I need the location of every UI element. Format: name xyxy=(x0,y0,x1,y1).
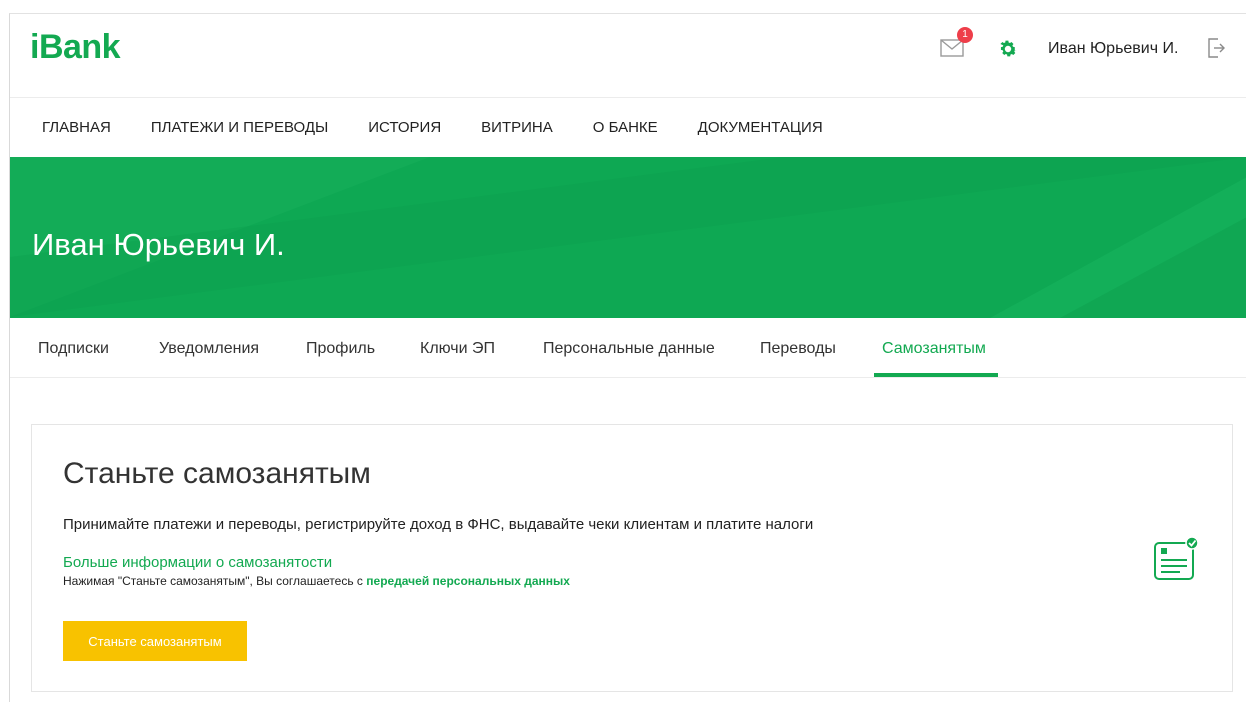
nav-item-history[interactable]: ИСТОРИЯ xyxy=(368,119,441,136)
tab-profile[interactable]: Профиль xyxy=(306,340,375,358)
tab-subscriptions[interactable]: Подписки xyxy=(38,340,109,358)
self-employed-card: Станьте самозанятым Принимайте платежи и… xyxy=(31,424,1233,692)
profile-name-heading: Иван Юрьевич И. xyxy=(32,227,285,262)
logout-icon[interactable] xyxy=(1206,36,1226,60)
gear-icon[interactable] xyxy=(997,38,1019,60)
card-title: Станьте самозанятым xyxy=(63,457,371,490)
become-self-employed-button[interactable]: Станьте самозанятым xyxy=(63,621,247,661)
personal-data-link[interactable]: передачей персональных данных xyxy=(366,574,570,588)
nav-item-home[interactable]: ГЛАВНАЯ xyxy=(42,119,111,136)
active-tab-indicator xyxy=(874,373,998,377)
nav-item-payments[interactable]: ПЛАТЕЖИ И ПЕРЕВОДЫ xyxy=(151,119,328,136)
logo[interactable]: iBank xyxy=(30,28,121,67)
notification-badge: 1 xyxy=(957,27,973,43)
card-description: Принимайте платежи и переводы, регистрир… xyxy=(63,516,814,533)
tab-notifications[interactable]: Уведомления xyxy=(159,340,259,358)
app-frame: iBank 1 Иван Юрьевич И. ГЛАВНАЯ ПЛАТЕЖИ … xyxy=(9,13,1246,702)
profile-tabs: Подписки Уведомления Профиль Ключи ЭП Пе… xyxy=(10,318,1246,378)
tab-transfers[interactable]: Переводы xyxy=(760,340,836,358)
main-nav: ГЛАВНАЯ ПЛАТЕЖИ И ПЕРЕВОДЫ ИСТОРИЯ ВИТРИ… xyxy=(10,98,1246,157)
more-info-link[interactable]: Больше информации о самозанятости xyxy=(63,554,332,571)
tab-personal-data[interactable]: Персональные данные xyxy=(543,340,715,358)
profile-banner: Иван Юрьевич И. xyxy=(10,157,1246,318)
header: iBank 1 Иван Юрьевич И. xyxy=(10,14,1246,98)
nav-item-showcase[interactable]: ВИТРИНА xyxy=(481,119,553,136)
tab-keys[interactable]: Ключи ЭП xyxy=(420,340,495,358)
consent-prefix: Нажимая "Станьте самозанятым", Вы соглаш… xyxy=(63,574,367,588)
nav-item-documentation[interactable]: ДОКУМЕНТАЦИЯ xyxy=(698,119,823,136)
document-check-icon xyxy=(1154,536,1199,580)
user-name[interactable]: Иван Юрьевич И. xyxy=(1048,40,1178,58)
tab-self-employed[interactable]: Самозанятым xyxy=(882,340,986,358)
consent-text: Нажимая "Станьте самозанятым", Вы соглаш… xyxy=(63,574,570,588)
nav-item-about-bank[interactable]: О БАНКЕ xyxy=(593,119,658,136)
